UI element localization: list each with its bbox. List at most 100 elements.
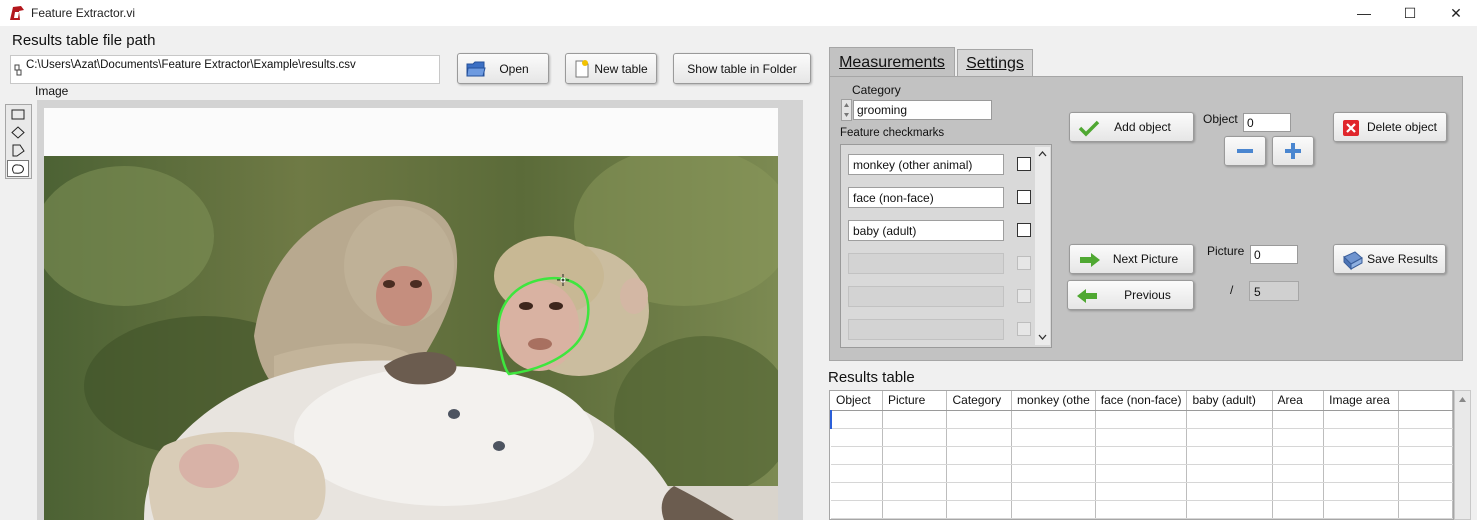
table-cell[interactable]	[1011, 446, 1096, 465]
table-cell[interactable]	[1323, 482, 1399, 501]
checkmark-checkbox[interactable]	[1017, 157, 1031, 171]
table-cell[interactable]	[946, 464, 1013, 483]
table-cell[interactable]	[831, 446, 883, 465]
polygon-tool-icon[interactable]	[7, 142, 29, 159]
table-cell[interactable]	[882, 464, 948, 483]
path-browse-icon[interactable]	[14, 64, 22, 76]
table-cell[interactable]	[1095, 428, 1188, 447]
column-header[interactable]	[1398, 391, 1453, 411]
table-cell[interactable]	[1095, 446, 1188, 465]
table-cell[interactable]	[1398, 464, 1453, 483]
monkey-photo[interactable]	[44, 156, 778, 520]
object-index-field[interactable]: 0	[1243, 113, 1291, 132]
freehand-tool-icon[interactable]	[7, 160, 29, 177]
table-cell[interactable]	[1186, 428, 1273, 447]
table-cell[interactable]	[1095, 482, 1188, 501]
table-row[interactable]	[831, 482, 1453, 501]
table-cell[interactable]	[831, 428, 883, 447]
column-header[interactable]: Area	[1272, 391, 1325, 411]
table-row[interactable]	[831, 464, 1453, 483]
minimize-button[interactable]: —	[1341, 0, 1387, 26]
table-cell[interactable]	[831, 464, 883, 483]
tab-measurements[interactable]: Measurements	[829, 47, 955, 77]
maximize-button[interactable]: ☐	[1387, 0, 1433, 26]
new-table-button[interactable]: New table	[565, 53, 657, 84]
checkmark-label-field[interactable]: baby (adult)	[848, 220, 1004, 241]
category-field[interactable]: grooming	[853, 100, 992, 120]
checklist-scrollbar[interactable]	[1035, 147, 1050, 345]
table-cell[interactable]	[1095, 500, 1188, 519]
open-button[interactable]: Open	[457, 53, 549, 84]
scroll-up-icon[interactable]	[1458, 396, 1467, 403]
checkmark-checkbox[interactable]	[1017, 223, 1031, 237]
table-cell[interactable]	[1272, 464, 1325, 483]
column-header[interactable]: monkey (othe	[1011, 391, 1096, 411]
table-cell[interactable]	[1272, 500, 1325, 519]
table-cell[interactable]	[882, 482, 948, 501]
table-cell[interactable]	[1011, 500, 1096, 519]
table-cell[interactable]	[1398, 500, 1453, 519]
table-cell[interactable]	[1398, 428, 1453, 447]
table-cell[interactable]	[831, 500, 883, 519]
table-cell[interactable]	[1272, 410, 1325, 429]
table-cell[interactable]	[1186, 446, 1273, 465]
table-cell[interactable]	[1323, 464, 1399, 483]
table-cell[interactable]	[882, 446, 948, 465]
picture-index-field[interactable]: 0	[1250, 245, 1298, 264]
decrement-object-button[interactable]	[1224, 136, 1266, 166]
table-cell[interactable]	[1272, 482, 1325, 501]
add-object-button[interactable]: Add object	[1069, 112, 1194, 142]
table-cell[interactable]	[1011, 482, 1096, 501]
table-row[interactable]	[831, 428, 1453, 447]
table-cell[interactable]	[882, 410, 948, 429]
table-cell[interactable]	[1186, 482, 1273, 501]
checkmark-label-field[interactable]: face (non-face)	[848, 187, 1004, 208]
table-cell[interactable]	[1398, 410, 1453, 429]
table-cell[interactable]	[1398, 446, 1453, 465]
results-table[interactable]: Object Picture Category monkey (othe fac…	[829, 390, 1454, 520]
tab-settings[interactable]: Settings	[957, 49, 1033, 77]
chevron-up-icon[interactable]	[1038, 151, 1047, 157]
table-cell[interactable]	[1272, 428, 1325, 447]
rotated-rectangle-tool-icon[interactable]	[7, 124, 29, 141]
table-cell[interactable]	[1011, 428, 1096, 447]
save-results-button[interactable]: Save Results	[1333, 244, 1446, 274]
table-cell[interactable]	[1398, 482, 1453, 501]
column-header[interactable]: Category	[946, 391, 1013, 411]
table-cell[interactable]	[1323, 446, 1399, 465]
category-ring-control[interactable]	[841, 99, 852, 121]
results-scrollbar[interactable]	[1454, 390, 1471, 520]
checkmark-checkbox[interactable]	[1017, 190, 1031, 204]
close-button[interactable]: ✕	[1433, 0, 1477, 26]
increment-object-button[interactable]	[1272, 136, 1314, 166]
delete-object-button[interactable]: Delete object	[1333, 112, 1447, 142]
table-cell[interactable]	[1095, 410, 1188, 429]
table-cell[interactable]	[946, 410, 1013, 429]
column-header[interactable]: face (non-face)	[1095, 391, 1188, 411]
table-cell[interactable]	[946, 482, 1013, 501]
chevron-down-icon[interactable]	[1038, 334, 1047, 340]
column-header[interactable]: baby (adult)	[1186, 391, 1273, 411]
table-cell[interactable]	[1323, 500, 1399, 519]
table-row[interactable]	[831, 446, 1453, 465]
next-picture-button[interactable]: Next Picture	[1069, 244, 1194, 274]
show-in-folder-button[interactable]: Show table in Folder	[673, 53, 811, 84]
table-cell[interactable]	[1011, 410, 1096, 429]
column-header[interactable]: Picture	[882, 391, 948, 411]
table-row[interactable]	[830, 410, 1453, 429]
table-cell[interactable]	[946, 500, 1013, 519]
table-cell[interactable]	[1186, 500, 1273, 519]
table-cell[interactable]	[882, 500, 948, 519]
column-header[interactable]: Object	[831, 391, 883, 411]
rectangle-tool-icon[interactable]	[7, 106, 29, 123]
table-row[interactable]	[831, 500, 1453, 519]
table-cell[interactable]	[1186, 410, 1273, 429]
table-cell[interactable]	[831, 482, 883, 501]
table-cell[interactable]	[1323, 410, 1399, 429]
table-cell[interactable]	[946, 428, 1013, 447]
table-cell[interactable]	[1095, 464, 1188, 483]
table-cell[interactable]	[1011, 464, 1096, 483]
table-cell[interactable]	[830, 410, 883, 429]
table-cell[interactable]	[946, 446, 1013, 465]
table-cell[interactable]	[882, 428, 948, 447]
